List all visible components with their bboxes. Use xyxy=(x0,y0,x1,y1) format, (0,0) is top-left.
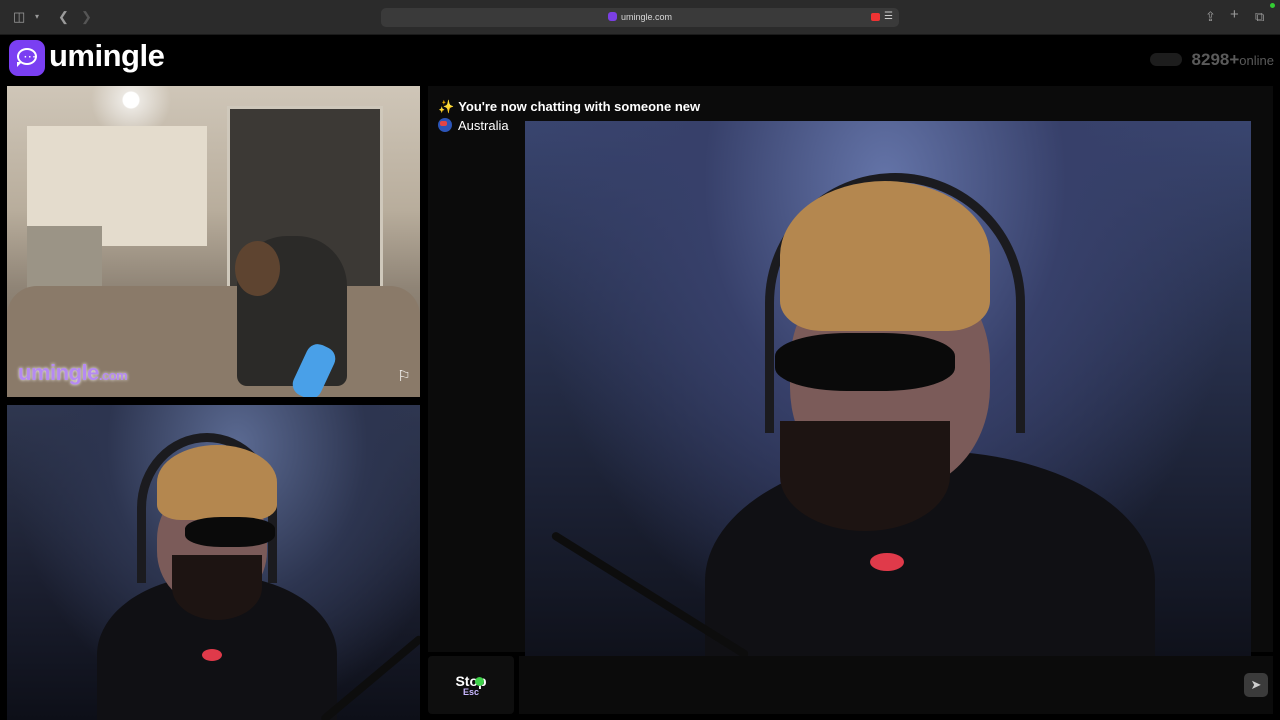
watermark-suffix: .com xyxy=(98,368,128,383)
message-input[interactable] xyxy=(519,656,1273,714)
country-label: Australia xyxy=(458,118,509,133)
share-icon[interactable]: ⇪ xyxy=(1205,9,1216,25)
globe-icon xyxy=(438,118,452,132)
stranger-country: Australia xyxy=(438,118,509,133)
logo-icon[interactable]: ··· xyxy=(9,40,45,76)
stop-button[interactable]: Stop Esc xyxy=(428,656,514,714)
online-count: 8298+ xyxy=(1191,50,1240,69)
address-bar[interactable]: umingle.com ☰ xyxy=(381,8,899,27)
cursor-icon xyxy=(475,677,484,686)
chevron-left-icon[interactable]: ❮ xyxy=(58,9,69,25)
chevron-down-icon[interactable]: ▾ xyxy=(35,9,39,25)
sparkle-icon: ✨ xyxy=(438,99,455,114)
report-flag-icon[interactable]: ⚐ xyxy=(395,368,413,386)
url-text: umingle.com xyxy=(620,12,673,22)
chat-status-text: You're now chatting with someone new xyxy=(458,99,701,114)
tabs-icon[interactable]: ⧉ xyxy=(1255,9,1264,25)
reader-icon[interactable]: ☰ xyxy=(884,11,893,23)
plus-icon[interactable]: + xyxy=(1230,7,1239,23)
chevron-right-icon[interactable]: ❯ xyxy=(81,9,92,25)
sidebar-icon[interactable]: ◫ xyxy=(13,9,25,25)
self-video xyxy=(7,405,420,720)
site-favicon-icon xyxy=(607,12,617,21)
browser-toolbar: ◫ ▾ ❮ ❯ umingle.com ☰ ⇪ + ⧉ xyxy=(0,0,1280,35)
stranger-video: umingle.com ⚐ xyxy=(7,86,420,397)
watermark-brand: umingle xyxy=(18,360,99,385)
camera-recording-icon[interactable] xyxy=(871,13,880,21)
online-toggle xyxy=(1149,53,1182,66)
stop-shortcut-key: Esc xyxy=(462,687,479,697)
online-counter: 8298+online xyxy=(1149,50,1274,70)
main-video xyxy=(525,121,1251,666)
privacy-indicator-icon xyxy=(1270,3,1275,8)
online-label: online xyxy=(1239,53,1274,68)
logo-text[interactable]: umingle xyxy=(49,38,165,74)
send-icon[interactable]: ➤ xyxy=(1244,673,1268,697)
watermark: umingle.com xyxy=(18,360,128,386)
chat-status: ✨ You're now chatting with someone new xyxy=(438,99,700,115)
